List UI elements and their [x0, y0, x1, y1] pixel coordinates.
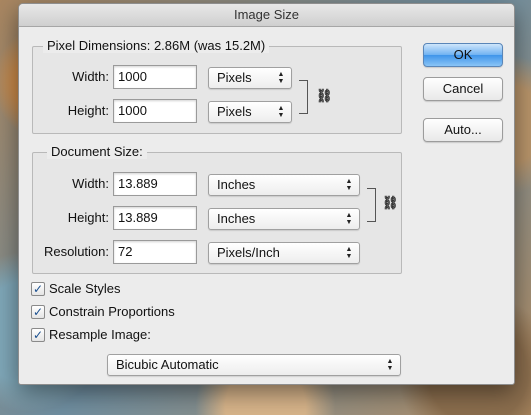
resolution-input[interactable]: 72	[113, 240, 197, 264]
document-width-unit-value: Inches	[217, 177, 256, 192]
pixel-dimensions-size: 2.86M (was 15.2M)	[153, 38, 266, 53]
chain-link-icon: ⛓	[316, 88, 333, 103]
resample-image-checkbox[interactable]: ✓	[31, 328, 45, 342]
resolution-label: Resolution:	[43, 244, 109, 259]
document-size-title: Document Size:	[47, 145, 147, 159]
pixel-height-label: Height:	[67, 103, 109, 118]
auto-button[interactable]: Auto...	[423, 118, 503, 142]
constrain-proportions-checkbox[interactable]: ✓	[31, 305, 45, 319]
pixel-dimensions-title: Pixel Dimensions:	[47, 38, 151, 53]
document-height-input[interactable]: 13.889	[113, 206, 197, 230]
pixel-height-input[interactable]: 1000	[113, 99, 197, 123]
image-size-dialog: Image Size Pixel Dimensions: 2.86M (was …	[18, 3, 515, 385]
pixel-height-unit-select[interactable]: Pixels ▲ ▼	[208, 101, 292, 123]
pixel-link-bracket	[299, 80, 308, 114]
resample-image-label: Resample Image:	[49, 327, 151, 342]
document-height-unit-select[interactable]: Inches ▲ ▼	[208, 208, 360, 230]
scale-styles-checkbox[interactable]: ✓	[31, 282, 45, 296]
pixel-height-unit-value: Pixels	[217, 104, 252, 119]
up-down-arrows-icon: ▲ ▼	[386, 358, 394, 372]
pixel-width-unit-value: Pixels	[217, 70, 252, 85]
ok-button[interactable]: OK	[423, 43, 503, 67]
pixel-width-unit-select[interactable]: Pixels ▲ ▼	[208, 67, 292, 89]
dialog-title: Image Size	[19, 4, 514, 27]
document-height-unit-value: Inches	[217, 211, 256, 226]
resample-method-select[interactable]: Bicubic Automatic ▲ ▼	[107, 354, 401, 376]
up-down-arrows-icon: ▲ ▼	[277, 105, 285, 119]
scale-styles-label: Scale Styles	[49, 281, 121, 296]
pixel-dimensions-header: Pixel Dimensions: 2.86M (was 15.2M)	[43, 38, 270, 53]
document-width-label: Width:	[72, 176, 109, 191]
constrain-proportions-label: Constrain Proportions	[49, 304, 175, 319]
up-down-arrows-icon: ▲ ▼	[345, 246, 353, 260]
document-width-unit-select[interactable]: Inches ▲ ▼	[208, 174, 360, 196]
chain-link-icon: ⛓	[382, 195, 399, 210]
up-down-arrows-icon: ▲ ▼	[345, 212, 353, 226]
resolution-unit-select[interactable]: Pixels/Inch ▲ ▼	[208, 242, 360, 264]
pixel-width-label: Width:	[72, 69, 109, 84]
checkmark-icon: ✓	[32, 328, 44, 342]
up-down-arrows-icon: ▲ ▼	[345, 178, 353, 192]
cancel-button[interactable]: Cancel	[423, 77, 503, 101]
checkmark-icon: ✓	[32, 282, 44, 296]
document-link-bracket	[367, 188, 376, 222]
checkmark-icon: ✓	[32, 305, 44, 319]
resolution-unit-value: Pixels/Inch	[217, 245, 280, 260]
document-width-input[interactable]: 13.889	[113, 172, 197, 196]
up-down-arrows-icon: ▲ ▼	[277, 71, 285, 85]
resample-method-value: Bicubic Automatic	[116, 357, 219, 372]
pixel-width-input[interactable]: 1000	[113, 65, 197, 89]
document-height-label: Height:	[67, 210, 109, 225]
